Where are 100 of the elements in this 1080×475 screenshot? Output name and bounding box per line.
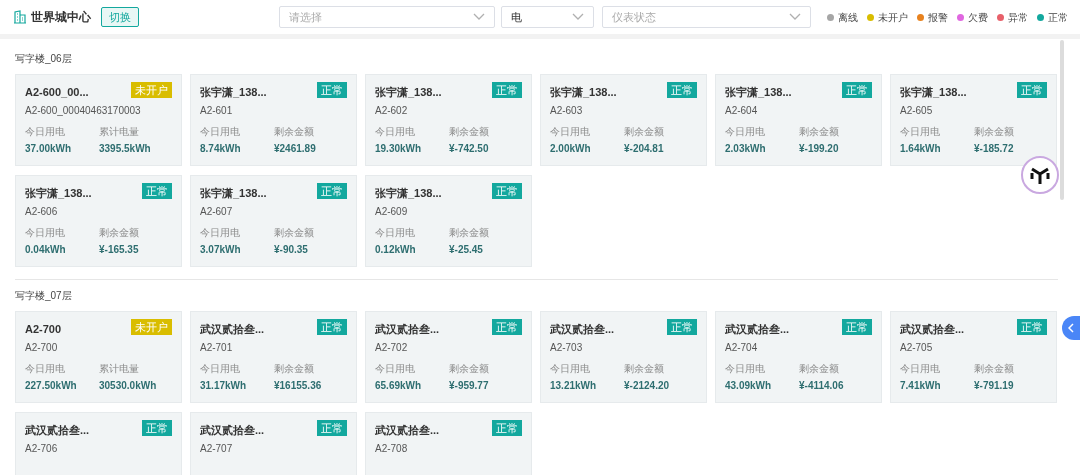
meter-code: A2-601 — [200, 103, 234, 118]
meter-card[interactable]: A2-700 未开户 A2-700 今日用电 227.50kWh 累计电量 30530.0kWh — [15, 311, 182, 403]
meter-code: A2-708 — [375, 441, 409, 456]
metric-label: 今日用电 — [900, 361, 941, 376]
metric-value: ¥-90.35 — [274, 242, 309, 257]
chevron-down-icon — [473, 13, 485, 21]
meter-name: 张宇潇_138... — [375, 85, 442, 100]
metric-value: ¥-742.50 — [449, 141, 489, 156]
meter-card[interactable]: 张宇潇_138... 正常 A2-604 今日用电 2.03kWh 剩余金额 ¥-199.20 — [715, 74, 882, 166]
meter-card[interactable]: 武汉贰拾叁... 正常 A2-703 今日用电 13.21kWh 剩余金额 ¥-2124.20 — [540, 311, 707, 403]
metric-label: 剩余金额 — [449, 124, 489, 139]
meter-name: 武汉贰拾叁... — [900, 322, 965, 337]
site-title: 世界城中心 — [31, 9, 91, 26]
metric-value: 0.04kWh — [25, 242, 67, 257]
meter-card[interactable]: 张宇潇_138... 正常 A2-607 今日用电 3.07kWh 剩余金额 ¥-90.35 — [190, 175, 357, 267]
meter-card[interactable]: 武汉贰拾叁... 正常 A2-706 — [15, 412, 182, 475]
metric-value: ¥-959.77 — [449, 378, 489, 393]
scrollbar[interactable] — [1060, 40, 1064, 200]
floor-title: 写字楼_06层 — [15, 52, 73, 66]
meter-name: A2-600_00... — [25, 85, 89, 100]
select-field[interactable]: 电 — [501, 6, 594, 28]
legend-label: 离线 — [838, 10, 858, 25]
meter-name: 张宇潇_138... — [25, 186, 92, 201]
meter-card[interactable]: 武汉贰拾叁... 正常 A2-702 今日用电 65.69kWh 剩余金额 ¥-959.77 — [365, 311, 532, 403]
metric-value: 65.69kWh — [375, 378, 423, 393]
metric-label: 剩余金额 — [974, 361, 1014, 376]
status-badge: 正常 — [492, 183, 522, 199]
metric-label: 今日用电 — [200, 225, 241, 240]
meter-card[interactable]: 武汉贰拾叁... 正常 A2-705 今日用电 7.41kWh 剩余金额 ¥-791.19 — [890, 311, 1057, 403]
status-badge: 未开户 — [131, 319, 172, 335]
meter-name: 张宇潇_138... — [550, 85, 617, 100]
metric-label: 剩余金额 — [99, 225, 139, 240]
meter-name: 张宇潇_138... — [375, 186, 442, 201]
metric-value: 37.00kWh — [25, 141, 73, 156]
meter-card[interactable]: 武汉贰拾叁... 正常 A2-704 今日用电 43.09kWh 剩余金额 ¥-4114.06 — [715, 311, 882, 403]
metric-label: 今日用电 — [375, 225, 416, 240]
status-badge: 正常 — [842, 82, 872, 98]
metric-label: 今日用电 — [375, 361, 416, 376]
meter-card[interactable]: 武汉贰拾叁... 正常 A2-707 — [190, 412, 357, 475]
meter-code: A2-704 — [725, 340, 759, 355]
meter-name: 张宇潇_138... — [200, 186, 267, 201]
metric-label: 今日用电 — [725, 124, 766, 139]
metric-label: 今日用电 — [25, 225, 66, 240]
metric-label: 今日用电 — [550, 124, 591, 139]
meter-code: A2-604 — [725, 103, 759, 118]
chevron-down-icon — [789, 13, 801, 21]
metric-label: 剩余金额 — [274, 124, 315, 139]
meter-card[interactable]: 张宇潇_138... 正常 A2-606 今日用电 0.04kWh 剩余金额 ¥-165.35 — [15, 175, 182, 267]
meter-card[interactable]: 张宇潇_138... 正常 A2-609 今日用电 0.12kWh 剩余金额 ¥-25.45 — [365, 175, 532, 267]
status-badge: 正常 — [317, 82, 347, 98]
meter-code: A2-706 — [25, 441, 59, 456]
meter-code: A2-603 — [550, 103, 584, 118]
metric-value: ¥-204.81 — [624, 141, 664, 156]
side-tab[interactable] — [1062, 316, 1080, 340]
metric-label: 今日用电 — [200, 361, 241, 376]
metric-label: 累计电量 — [99, 361, 140, 376]
meter-code: A2-701 — [200, 340, 234, 355]
legend-label: 报警 — [928, 10, 948, 25]
status-badge: 正常 — [667, 319, 697, 335]
meter-card[interactable]: 张宇潇_138... 正常 A2-603 今日用电 2.00kWh 剩余金额 ¥-204.81 — [540, 74, 707, 166]
meter-card[interactable]: 张宇潇_138... 正常 A2-605 今日用电 1.64kWh 剩余金额 ¥-185.72 — [890, 74, 1057, 166]
meter-card[interactable]: A2-600_00... 未开户 A2-600_00040463170003 今日用电 37.00kWh 累计电量 3395.5kWh — [15, 74, 182, 166]
meter-code: A2-700 — [25, 340, 59, 355]
metric-value: 19.30kWh — [375, 141, 423, 156]
legend-label: 正常 — [1048, 10, 1068, 25]
meter-code: A2-609 — [375, 204, 409, 219]
meter-code: A2-607 — [200, 204, 234, 219]
metric-label: 剩余金额 — [799, 361, 840, 376]
metric-value: 43.09kWh — [725, 378, 773, 393]
metric-value: 0.12kWh — [375, 242, 417, 257]
meter-name: 张宇潇_138... — [900, 85, 967, 100]
meter-card[interactable]: 武汉贰拾叁... 正常 A2-708 — [365, 412, 532, 475]
meter-name: 武汉贰拾叁... — [725, 322, 790, 337]
metric-value: ¥-199.20 — [799, 141, 839, 156]
metric-value: 1.64kWh — [900, 141, 942, 156]
status-badge: 正常 — [492, 420, 522, 436]
metric-value: ¥16155.36 — [274, 378, 322, 393]
assistant-button[interactable] — [1021, 156, 1059, 194]
meter-name: 武汉贰拾叁... — [375, 423, 440, 438]
metric-label: 剩余金额 — [274, 225, 314, 240]
meter-card[interactable]: 武汉贰拾叁... 正常 A2-701 今日用电 31.17kWh 剩余金额 ¥16155.36 — [190, 311, 357, 403]
meter-name: 武汉贰拾叁... — [550, 322, 615, 337]
status-badge: 正常 — [667, 82, 697, 98]
metric-label: 今日用电 — [900, 124, 941, 139]
meter-name: 张宇潇_138... — [200, 85, 267, 100]
meter-card[interactable]: 张宇潇_138... 正常 A2-601 今日用电 8.74kWh 剩余金额 ¥2461.89 — [190, 74, 357, 166]
metric-value: ¥-25.45 — [449, 242, 484, 257]
status-badge: 正常 — [492, 82, 522, 98]
metric-value: 31.17kWh — [200, 378, 248, 393]
status-badge: 正常 — [842, 319, 872, 335]
meter-code: A2-602 — [375, 103, 409, 118]
meter-card[interactable]: 张宇潇_138... 正常 A2-602 今日用电 19.30kWh 剩余金额 ¥-742.50 — [365, 74, 532, 166]
meter-name: 武汉贰拾叁... — [25, 423, 90, 438]
metric-value: 3395.5kWh — [99, 141, 151, 156]
metric-value: 227.50kWh — [25, 378, 78, 393]
metric-value: 7.41kWh — [900, 378, 942, 393]
metric-label: 剩余金额 — [799, 124, 839, 139]
status-badge: 正常 — [1017, 82, 1047, 98]
meter-code: A2-705 — [900, 340, 934, 355]
metric-label: 剩余金额 — [449, 361, 489, 376]
